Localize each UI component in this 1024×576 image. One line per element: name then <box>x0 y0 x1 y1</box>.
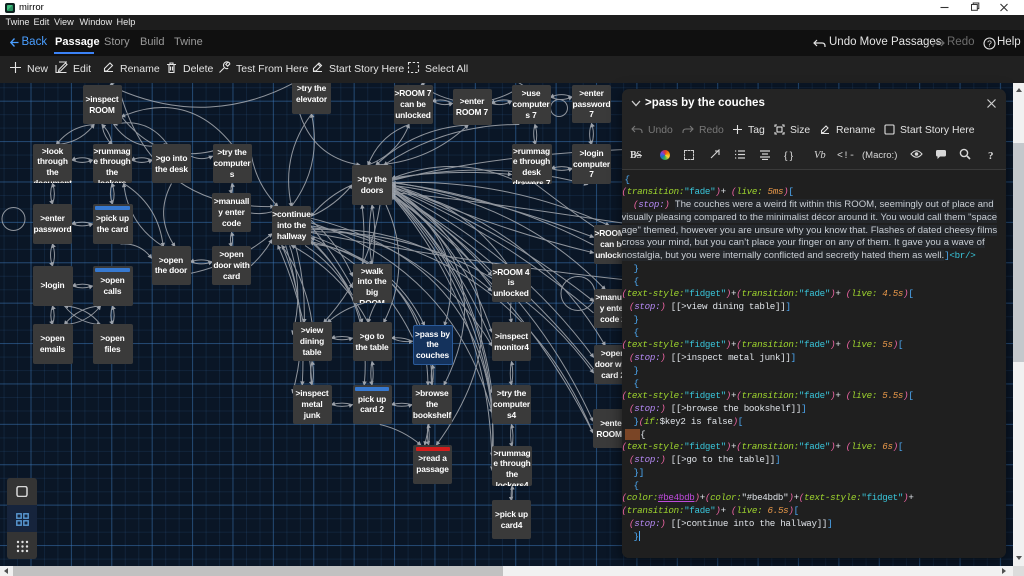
svg-text:?: ? <box>987 39 992 49</box>
